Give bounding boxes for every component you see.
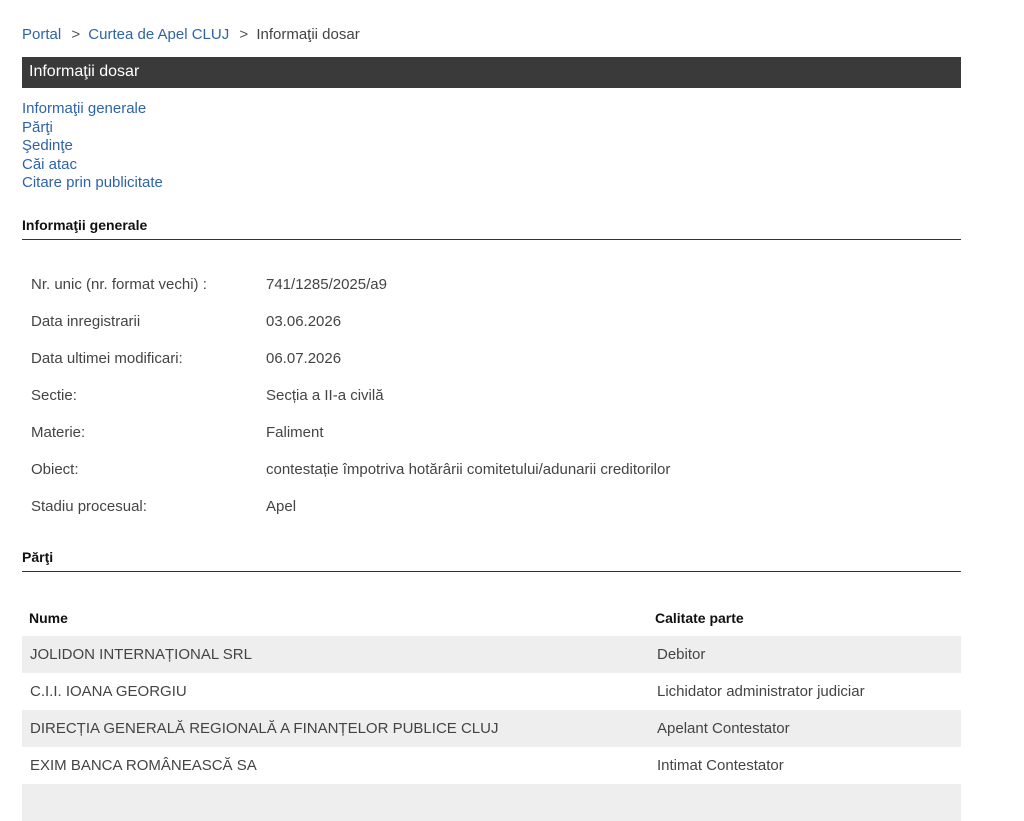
nav-link-sedinte[interactable]: Şedinţe xyxy=(22,137,163,156)
page-title: Informaţii dosar xyxy=(29,63,140,80)
info-row: Nr. unic (nr. format vechi) : 741/1285/2… xyxy=(31,266,670,303)
info-label: Materie: xyxy=(31,424,86,441)
info-label: Obiect: xyxy=(31,461,79,478)
info-label: Sectie: xyxy=(31,387,77,404)
table-row: JOLIDON INTERNAȚIONAL SRL Debitor xyxy=(22,636,961,673)
party-role: Debitor xyxy=(657,646,706,663)
info-value: 741/1285/2025/a9 xyxy=(266,276,387,293)
party-role: Apelant Contestator xyxy=(657,720,790,737)
info-value: Apel xyxy=(266,498,297,515)
info-label: Data ultimei modificari: xyxy=(31,350,183,367)
breadcrumb-separator: > xyxy=(239,26,249,43)
info-value: Faliment xyxy=(266,424,324,441)
breadcrumb-current: Informaţii dosar xyxy=(256,26,360,43)
info-row: Sectie: Secția a II-a civilă xyxy=(31,377,670,414)
info-row: Data inregistrarii 03.06.2026 xyxy=(31,303,670,340)
party-name: JOLIDON INTERNAȚIONAL SRL xyxy=(30,646,252,663)
table-row: DIRECȚIA GENERALĂ REGIONALĂ A FINANȚELOR… xyxy=(22,710,961,747)
breadcrumb-separator: > xyxy=(71,26,81,43)
info-label: Nr. unic (nr. format vechi) : xyxy=(31,276,207,293)
info-row: Obiect: contestație împotriva hotărârii … xyxy=(31,451,670,488)
parties-section-heading: Părţi xyxy=(22,549,961,572)
nav-link-parti[interactable]: Părţi xyxy=(22,119,163,138)
section-nav: Informaţii generale Părţi Şedinţe Căi at… xyxy=(22,100,163,193)
info-value: contestație împotriva hotărârii comitetu… xyxy=(266,461,671,478)
info-label: Stadiu procesual: xyxy=(31,498,147,515)
info-row: Materie: Faliment xyxy=(31,414,670,451)
general-section-heading: Informaţii generale xyxy=(22,217,961,240)
info-value: 06.07.2026 xyxy=(266,350,342,367)
party-name: EXIM BANCA ROMÂNEASCĂ SA xyxy=(30,757,257,774)
breadcrumb-portal-link[interactable]: Portal xyxy=(22,26,61,43)
breadcrumb-court-link[interactable]: Curtea de Apel CLUJ xyxy=(88,26,229,43)
table-row: EXIM BANCA ROMÂNEASCĂ SA Intimat Contest… xyxy=(22,747,961,784)
info-value: 03.06.2026 xyxy=(266,313,342,330)
info-row: Stadiu procesual: Apel xyxy=(31,488,670,525)
page-title-bar: Informaţii dosar xyxy=(22,57,961,88)
party-name: DIRECȚIA GENERALĂ REGIONALĂ A FINANȚELOR… xyxy=(30,720,499,737)
breadcrumb: Portal > Curtea de Apel CLUJ > Informaţi… xyxy=(22,26,360,43)
table-row xyxy=(22,784,961,821)
nav-link-informatii-generale[interactable]: Informaţii generale xyxy=(22,100,163,119)
info-label: Data inregistrarii xyxy=(31,313,141,330)
nav-link-cai-atac[interactable]: Căi atac xyxy=(22,156,163,175)
info-row: Data ultimei modificari: 06.07.2026 xyxy=(31,340,670,377)
general-info-table: Nr. unic (nr. format vechi) : 741/1285/2… xyxy=(31,266,670,525)
parties-table-header: Nume Calitate parte xyxy=(22,599,961,636)
party-name: C.I.I. IOANA GEORGIU xyxy=(30,683,187,700)
table-row: C.I.I. IOANA GEORGIU Lichidator administ… xyxy=(22,673,961,710)
nav-link-citare-prin-publicitate[interactable]: Citare prin publicitate xyxy=(22,174,163,193)
parties-table: Nume Calitate parte JOLIDON INTERNAȚIONA… xyxy=(22,599,961,821)
party-role: Intimat Contestator xyxy=(657,757,784,774)
party-role: Lichidator administrator judiciar xyxy=(657,683,865,700)
column-header-name: Nume xyxy=(29,609,68,626)
column-header-role: Calitate parte xyxy=(655,609,744,626)
info-value: Secția a II-a civilă xyxy=(266,387,384,404)
